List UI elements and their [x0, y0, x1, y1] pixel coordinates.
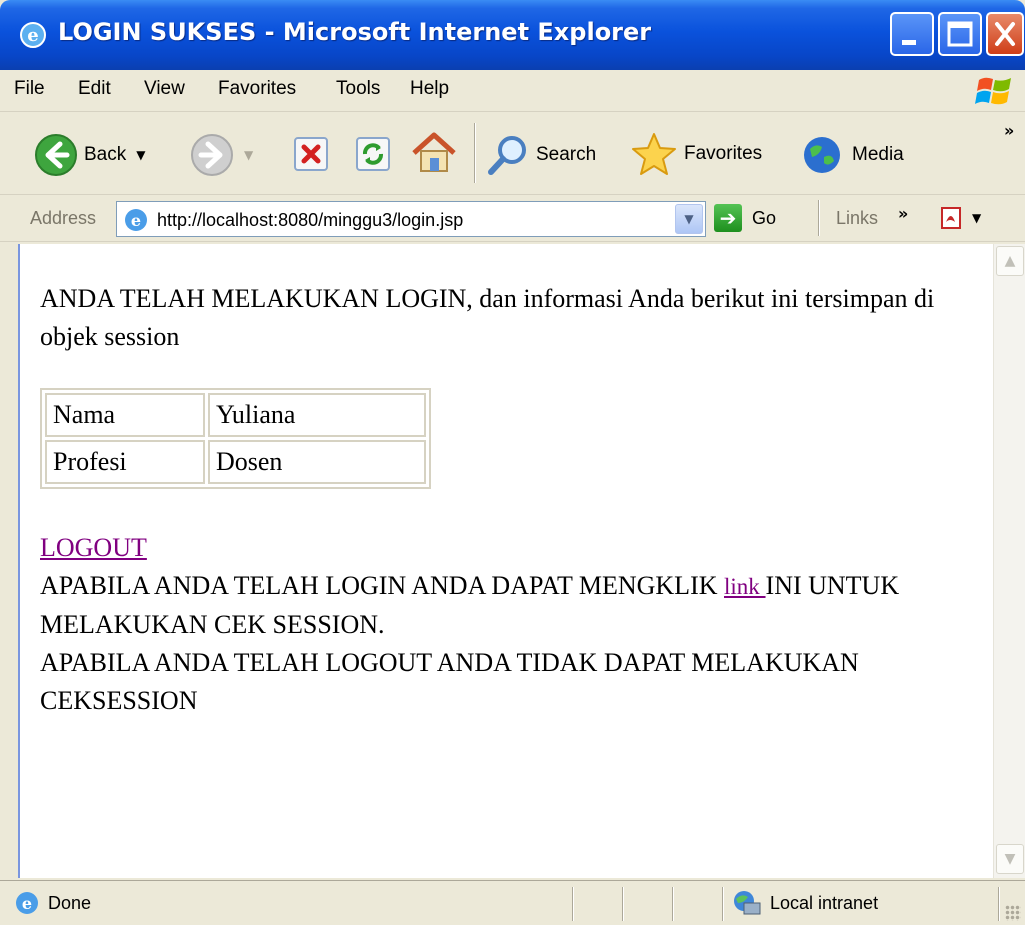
address-bar: Address e http://localhost:8080/minggu3/… [0, 196, 1025, 242]
refresh-button[interactable] [354, 135, 392, 173]
session-info-table: Nama Yuliana Profesi Dosen [40, 388, 431, 489]
toolbar-overflow-chevron[interactable]: » [1004, 121, 1014, 140]
minimize-button[interactable] [890, 12, 934, 56]
search-button[interactable]: Search [486, 133, 596, 177]
home-button[interactable] [410, 129, 458, 177]
status-divider [722, 887, 724, 921]
status-divider [672, 887, 674, 921]
media-button[interactable]: Media [800, 133, 904, 177]
favorites-star-icon [632, 133, 676, 175]
toolbar-separator [474, 123, 476, 183]
pdf-icon [941, 207, 961, 229]
table-cell-key: Profesi [45, 440, 205, 484]
favorites-button[interactable]: Favorites [630, 131, 762, 177]
table-cell-key: Nama [45, 393, 205, 437]
scroll-up-icon[interactable]: ▲ [996, 246, 1024, 276]
forward-arrow-icon [191, 134, 233, 176]
page-content: ANDA TELAH MELAKUKAN LOGIN, dan informas… [18, 244, 993, 878]
windows-logo-icon [975, 77, 1011, 105]
stop-button[interactable] [292, 135, 330, 173]
forward-button[interactable]: ▼ [190, 133, 253, 177]
close-icon [995, 22, 1015, 46]
table-row: Profesi Dosen [45, 440, 426, 484]
menu-help[interactable]: Help [410, 78, 449, 100]
go-arrow-icon: ➔ [714, 204, 742, 232]
status-divider [622, 887, 624, 921]
browser-window: e LOGIN SUKSES - Microsoft Internet Expl… [0, 0, 1025, 925]
address-separator [818, 200, 820, 236]
media-label: Media [852, 144, 904, 165]
svg-text:e: e [22, 894, 32, 913]
page-body: ANDA TELAH MELAKUKAN LOGIN, dan informas… [40, 280, 970, 720]
svg-text:e: e [27, 25, 38, 46]
cek-session-paragraph: APABILA ANDA TELAH LOGIN ANDA DAPAT MENG… [40, 567, 970, 644]
back-button[interactable]: Back ▼ [34, 133, 145, 177]
address-input[interactable]: e http://localhost:8080/minggu3/login.js… [116, 201, 706, 237]
links-label[interactable]: Links [836, 208, 878, 229]
intranet-zone-icon [734, 891, 761, 915]
logout-note-paragraph: APABILA ANDA TELAH LOGOUT ANDA TIDAK DAP… [40, 648, 859, 715]
title-bar[interactable]: e LOGIN SUKSES - Microsoft Internet Expl… [0, 0, 1025, 70]
address-url: http://localhost:8080/minggu3/login.jsp [157, 210, 464, 230]
menu-favorites[interactable]: Favorites [218, 78, 296, 100]
intro-text: ANDA TELAH MELAKUKAN LOGIN, dan informas… [40, 284, 935, 351]
page-status-icon: e [16, 892, 38, 914]
back-label: Back [84, 144, 127, 165]
maximize-button[interactable] [938, 12, 982, 56]
para2-text-before: APABILA ANDA TELAH LOGIN ANDA DAPAT MENG… [40, 571, 724, 600]
scroll-down-icon[interactable]: ▼ [996, 844, 1024, 874]
resize-grip-icon[interactable] [1005, 905, 1021, 921]
go-button[interactable]: ➔ Go [714, 204, 776, 232]
menu-tools[interactable]: Tools [336, 78, 380, 100]
ie-icon: e [20, 22, 46, 48]
maximize-icon [947, 21, 973, 47]
page-ie-icon: e [125, 209, 147, 231]
stop-icon [294, 137, 328, 171]
menu-view[interactable]: View [144, 78, 185, 100]
address-label: Address [30, 208, 97, 228]
standard-toolbar: Back ▼ ▼ Search Favorites Media » [0, 113, 1025, 195]
address-dropdown-icon[interactable]: ▼ [675, 204, 703, 234]
forward-dropdown-icon[interactable]: ▼ [244, 148, 253, 162]
favorites-label: Favorites [684, 143, 763, 164]
minimize-icon [902, 40, 916, 45]
status-divider [998, 887, 1000, 921]
menu-file[interactable]: File [14, 78, 45, 100]
status-divider [572, 887, 574, 921]
svg-text:e: e [131, 211, 141, 230]
back-arrow-icon [35, 134, 77, 176]
go-label: Go [752, 207, 777, 228]
table-cell-value: Yuliana [208, 393, 426, 437]
cek-session-link[interactable]: link [724, 574, 766, 599]
pdf-tool-button[interactable]: ▼ [938, 204, 981, 232]
search-icon [488, 136, 526, 175]
search-label: Search [536, 144, 597, 165]
media-globe-icon [804, 137, 840, 173]
back-dropdown-icon[interactable]: ▼ [136, 148, 145, 162]
status-text: Done [48, 893, 92, 913]
refresh-icon [356, 137, 390, 171]
status-bar: e Done Local intranet [0, 880, 1025, 925]
table-cell-value: Dosen [208, 440, 426, 484]
window-title: LOGIN SUKSES - Microsoft Internet Explor… [58, 18, 652, 46]
pdf-dropdown-icon[interactable]: ▼ [972, 211, 981, 225]
menu-edit[interactable]: Edit [78, 78, 111, 100]
vertical-scrollbar[interactable]: ▲ ▼ [993, 244, 1025, 878]
close-button[interactable] [986, 12, 1024, 56]
logout-link[interactable]: LOGOUT [40, 529, 147, 567]
home-icon [412, 132, 456, 172]
security-zone: Local intranet [770, 893, 879, 913]
links-overflow-chevron[interactable]: » [898, 204, 908, 223]
table-row: Nama Yuliana [45, 393, 426, 437]
menu-bar: File Edit View Favorites Tools Help [0, 70, 1025, 112]
